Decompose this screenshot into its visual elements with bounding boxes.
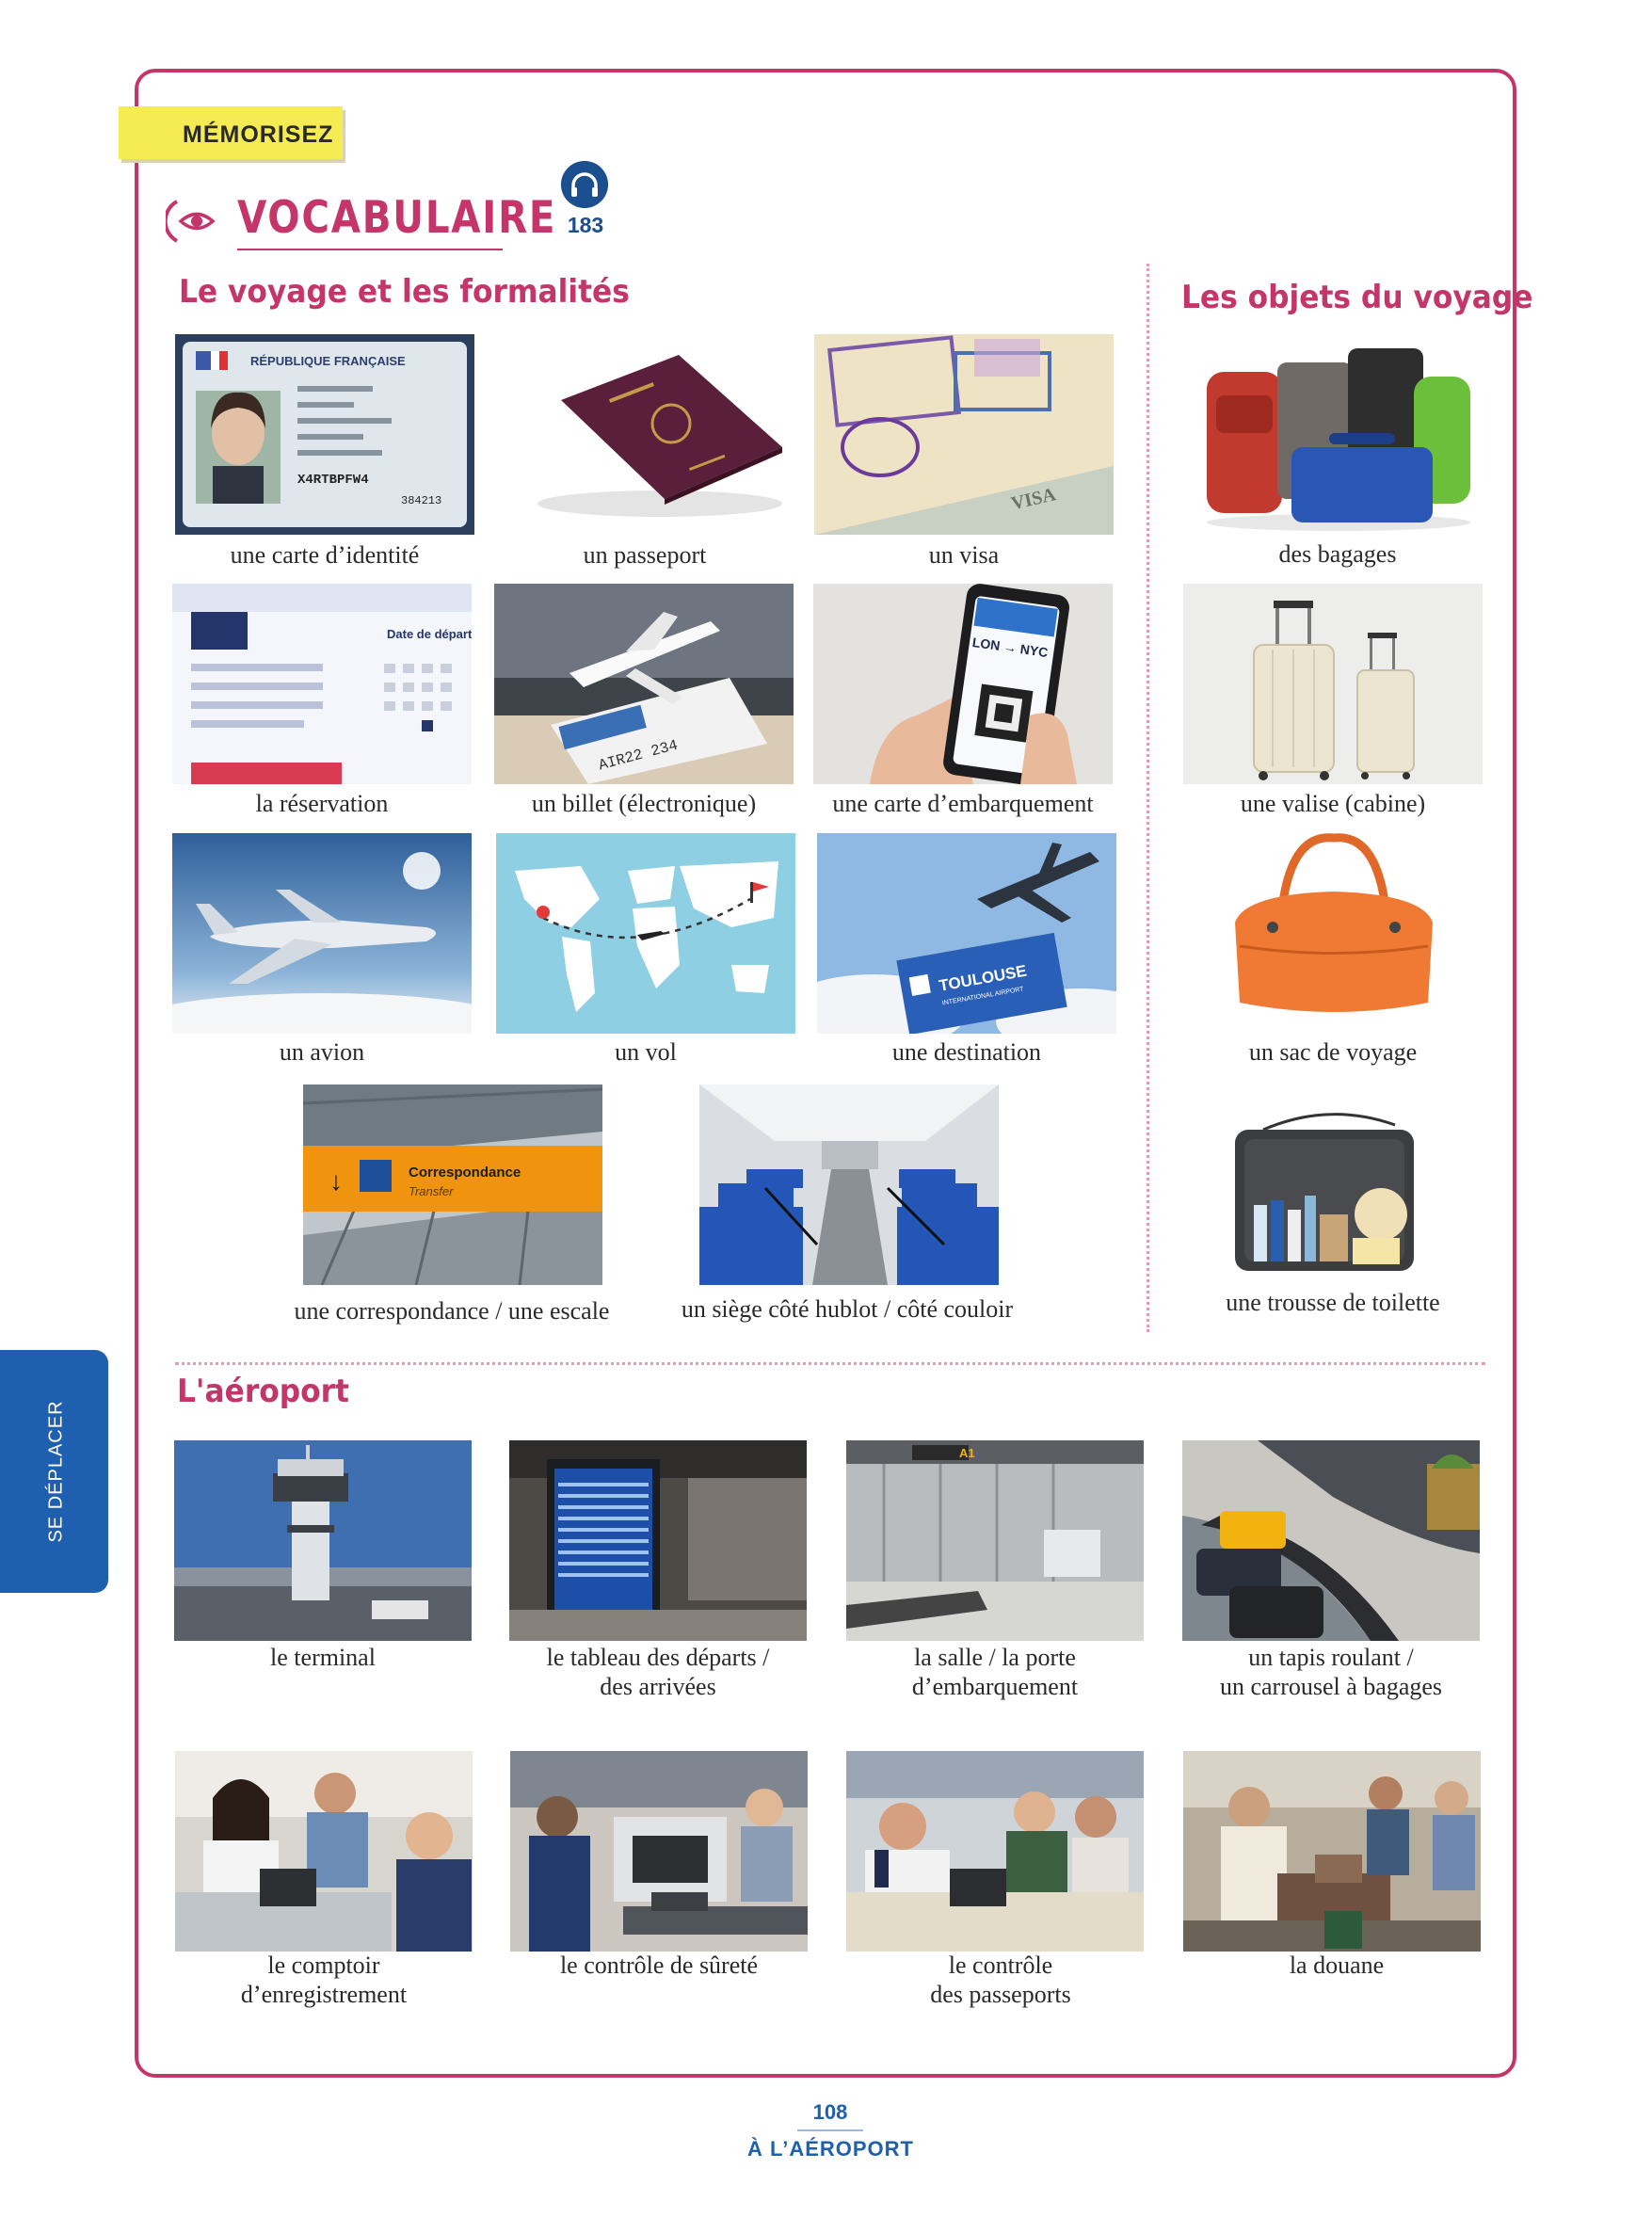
caption-douane: la douane (1188, 1951, 1485, 1980)
caption-tapis: un tapis roulant / un carrousel à bagage… (1182, 1643, 1480, 1701)
id-card-small: 384213 (401, 494, 441, 507)
badge-label: MÉMORISEZ (183, 121, 334, 148)
caption-avion: un avion (279, 1038, 365, 1066)
photo-travel-bag (1216, 833, 1452, 1026)
caption-controle-passeports: le contrôle des passeports (852, 1951, 1149, 2009)
caption-reservation: la réservation (255, 790, 389, 817)
photo-plane (172, 833, 472, 1034)
caption-passeport: un passeport (583, 541, 707, 569)
caption-salle-line1: la salle / la porte (914, 1644, 1076, 1671)
reservation-text: Date de départ (387, 627, 472, 641)
photo-ticket: AIR22 234 (494, 584, 794, 784)
caption-carte-identite: une carte d’identité (230, 541, 420, 569)
sign-sub-label: Transfer (409, 1184, 454, 1198)
photo-cabin-suitcase (1183, 584, 1483, 784)
photo-reservation: Date de départ (172, 584, 472, 784)
photo-baggage (1188, 339, 1487, 532)
photo-security-check (510, 1751, 808, 1952)
photo-departures-board (509, 1440, 807, 1641)
section-side-tab[interactable]: SE DÉPLACER (0, 1350, 108, 1593)
section-title-voyage: Le voyage et les formalités (179, 273, 630, 311)
caption-salle-line2: d’embarquement (911, 1673, 1079, 1700)
page-number-rule (797, 2129, 863, 2131)
horizontal-divider (175, 1362, 1485, 1365)
photo-flight-map (496, 833, 795, 1034)
vertical-divider (1147, 264, 1149, 1332)
caption-comptoir: le comptoir d’enregistrement (175, 1951, 473, 2009)
photo-boarding-gate: A1 (846, 1440, 1144, 1641)
svg-text:A1: A1 (959, 1446, 975, 1460)
chapter-footer: À L’AÉROPORT (746, 2137, 914, 2161)
photo-visa: VISA (814, 334, 1114, 535)
headphones-icon[interactable] (561, 161, 608, 208)
caption-tapis-line1: un tapis roulant / (1248, 1644, 1414, 1671)
svg-text:↓: ↓ (329, 1166, 343, 1196)
photo-boarding-pass: LON → NYC (813, 584, 1113, 784)
photo-destination: TOULOUSE INTERNATIONAL AIRPORT (817, 833, 1116, 1034)
caption-tableau: le tableau des départs / des arrivées (500, 1643, 816, 1701)
caption-surete-line1: le contrôle de sûreté (559, 1952, 759, 1979)
caption-controle-line1: le contrôle (948, 1952, 1053, 1979)
photo-passport-control (846, 1751, 1144, 1952)
caption-trousse: une trousse de toilette (1226, 1289, 1440, 1316)
photo-passport (495, 334, 794, 535)
caption-terminal-line1: le terminal (270, 1644, 376, 1671)
id-card-header: RÉPUBLIQUE FRANÇAISE (250, 354, 406, 368)
caption-terminal: le terminal (174, 1643, 472, 1672)
photo-customs (1183, 1751, 1481, 1952)
caption-correspondance: une correspondance / une escale (294, 1297, 610, 1325)
caption-carte-embarquement: une carte d’embarquement (832, 790, 1094, 817)
side-tab-label: SE DÉPLACER (45, 1400, 67, 1543)
caption-tableau-line2: des arrivées (600, 1673, 716, 1700)
caption-bagages: des bagages (1278, 540, 1397, 568)
caption-comptoir-line1: le comptoir (267, 1952, 380, 1979)
caption-tableau-line1: le tableau des départs / (546, 1644, 770, 1671)
caption-comptoir-line2: d’enregistrement (240, 1981, 408, 2008)
caption-controle-line2: des passeports (930, 1981, 1071, 2008)
section-title-aeroport: L'aéroport (177, 1373, 350, 1410)
caption-salle: la salle / la porte d’embarquement (846, 1643, 1144, 1701)
caption-siege: un siège côté hublot / côté couloir (681, 1295, 1014, 1323)
photo-baggage-carousel (1182, 1440, 1480, 1641)
caption-surete: le contrôle de sûreté (510, 1951, 808, 1980)
photo-check-in (175, 1751, 473, 1952)
photo-toiletry-bag (1226, 1101, 1442, 1285)
sign-label: Correspondance (409, 1165, 521, 1181)
memorisez-badge: MÉMORISEZ (119, 106, 343, 159)
page-number: 108 (812, 2100, 848, 2124)
caption-sac-voyage: un sac de voyage (1248, 1038, 1418, 1066)
caption-tapis-line2: un carrousel à bagages (1219, 1673, 1443, 1700)
photo-terminal (174, 1440, 472, 1641)
caption-visa: un visa (928, 541, 1000, 569)
audio-track-number: 183 (567, 213, 604, 237)
photo-cabin-seats (699, 1084, 999, 1285)
title-underline (237, 249, 503, 250)
caption-valise: une valise (cabine) (1240, 790, 1426, 817)
photo-id-card: RÉPUBLIQUE FRANÇAISE X4RTBPFW4 384213 (175, 334, 474, 535)
vocabulary-title: VOCABULAIRE (237, 192, 557, 244)
caption-destination: une destination (891, 1038, 1042, 1066)
photo-connection-sign: ↓ Correspondance Transfer (303, 1084, 602, 1285)
section-title-objets: Les objets du voyage (1181, 279, 1533, 316)
id-card-number: X4RTBPFW4 (297, 473, 369, 488)
caption-billet: un billet (électronique) (531, 790, 757, 817)
caption-vol: un vol (615, 1038, 677, 1066)
caption-douane-line1: la douane (1289, 1952, 1385, 1979)
eye-icon (166, 200, 216, 243)
